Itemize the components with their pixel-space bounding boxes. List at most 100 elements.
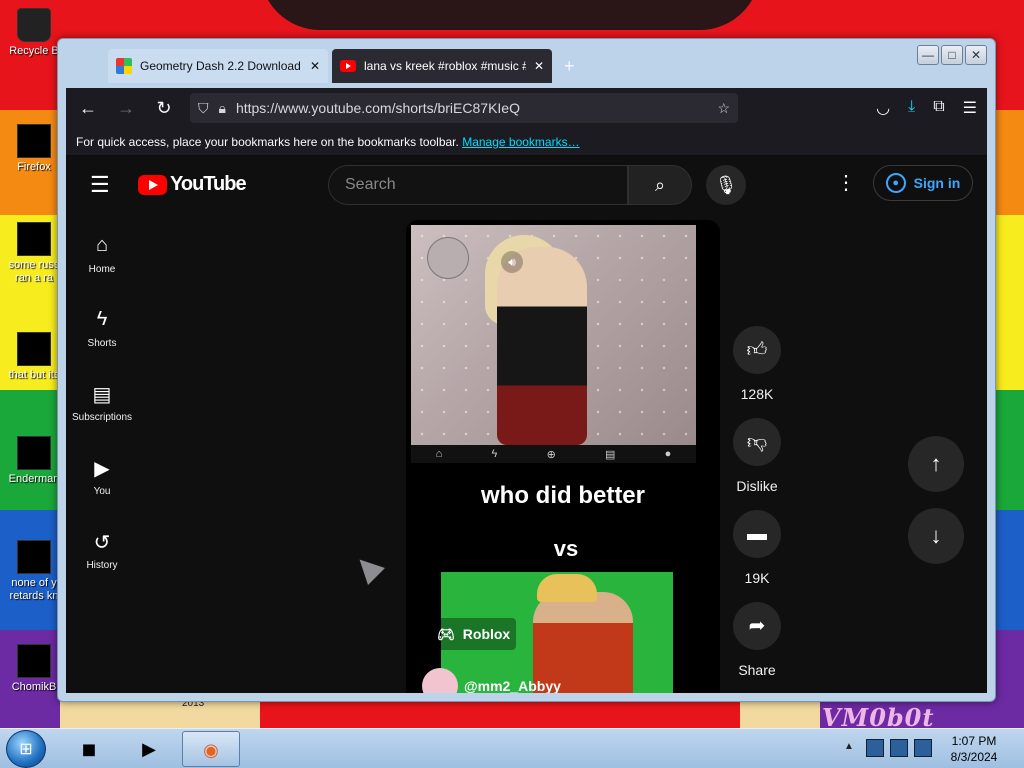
channel-name[interactable]: @mm2_Abbyy bbox=[464, 678, 561, 693]
dislike-action[interactable]: 👎︎ Dislike bbox=[732, 418, 782, 494]
sign-in-button[interactable]: ● Sign in bbox=[873, 165, 973, 201]
url-text[interactable]: https://www.youtube.com/shorts/briEC87KI… bbox=[236, 100, 707, 116]
video-frame-top: 🔊︎ bbox=[411, 225, 696, 445]
more-options-icon[interactable]: ⋮ bbox=[836, 170, 856, 195]
lock-icon[interactable]: 🔒︎ bbox=[219, 100, 226, 117]
downloads-icon[interactable]: ⤓ bbox=[908, 98, 915, 118]
taskbar-app-media[interactable]: ▶ bbox=[120, 731, 178, 767]
shield-icon[interactable]: ⛉ bbox=[198, 100, 209, 117]
embedded-app-navbar: ⌂ ϟ ⊕ ▤ ● bbox=[411, 445, 696, 463]
search-icon: ⌕ bbox=[654, 175, 666, 195]
youtube-favicon-icon bbox=[340, 60, 356, 72]
channel-row[interactable]: @mm2_Abbyy bbox=[422, 668, 561, 693]
comments-action[interactable]: ▬ 19K bbox=[732, 510, 782, 586]
next-short-button[interactable]: ↓ bbox=[908, 508, 964, 564]
tray-app-icon[interactable] bbox=[866, 739, 884, 757]
file-icon bbox=[17, 222, 51, 256]
taskbar-app-1[interactable]: ◼ bbox=[60, 731, 118, 767]
shorts-actions: 👍︎ 128K 👎︎ Dislike ▬ 19K ➦ Share bbox=[732, 326, 782, 693]
add-icon: ⊕ bbox=[546, 448, 556, 461]
manage-bookmarks-link[interactable]: Manage bookmarks… bbox=[462, 135, 579, 149]
browser-window: Geometry Dash 2.2 Download F ✕ lana vs k… bbox=[57, 38, 996, 702]
network-icon[interactable] bbox=[890, 739, 908, 757]
account-icon: ● bbox=[885, 173, 906, 193]
share-label: Share bbox=[738, 662, 776, 678]
game-tag[interactable]: 🎮︎ Roblox bbox=[431, 618, 517, 650]
sidebar-item-label: Subscriptions bbox=[71, 412, 133, 423]
tab-geometry-dash[interactable]: Geometry Dash 2.2 Download F ✕ bbox=[108, 49, 328, 83]
comments-button[interactable]: ▬ bbox=[733, 510, 781, 558]
share-button[interactable]: ➦ bbox=[733, 602, 781, 650]
window-controls: — □ ✕ bbox=[917, 45, 987, 65]
sidebar-item-home[interactable]: ⌂ Home bbox=[66, 220, 138, 294]
voice-search-button[interactable]: 🎙︎ bbox=[706, 165, 746, 205]
avatar: ● bbox=[664, 448, 672, 460]
url-bar[interactable]: ⛉ 🔒︎ https://www.youtube.com/shorts/briE… bbox=[190, 93, 738, 123]
tab-youtube-short[interactable]: lana vs kreek #roblox #music # ✕ bbox=[332, 49, 552, 83]
sidebar-item-label: History bbox=[86, 560, 118, 571]
maximize-button[interactable]: □ bbox=[941, 45, 963, 65]
youtube-play-logo-icon bbox=[138, 174, 167, 195]
bookmark-star-icon[interactable]: ☆ bbox=[717, 100, 730, 117]
media-player-icon: ▶ bbox=[142, 739, 156, 759]
wallpaper-art-bottom-red bbox=[260, 700, 740, 728]
guide-menu-icon[interactable]: ☰ bbox=[90, 172, 110, 198]
previous-short-button[interactable]: ↑ bbox=[908, 436, 964, 492]
share-action[interactable]: ➦ Share bbox=[732, 602, 782, 678]
file-icon bbox=[17, 540, 51, 574]
show-hidden-icons-icon[interactable]: ▲ bbox=[844, 741, 854, 752]
video-caption-vs: vs bbox=[553, 536, 579, 561]
nav-toolbar: ← → ↻ ⛉ 🔒︎ https://www.youtube.com/short… bbox=[66, 88, 987, 128]
comment-icon: ▬ bbox=[747, 523, 767, 545]
menu-icon[interactable]: ☰ bbox=[963, 98, 977, 118]
shorts-icon: ϟ bbox=[96, 308, 108, 330]
pocket-icon[interactable]: ◡ bbox=[876, 98, 890, 118]
search-input[interactable]: Search bbox=[328, 165, 628, 205]
wallpaper-art-top bbox=[260, 0, 760, 30]
back-button[interactable]: ← bbox=[76, 98, 100, 119]
minimize-button[interactable]: — bbox=[917, 45, 939, 65]
start-button[interactable]: ⊞ bbox=[6, 730, 46, 768]
new-tab-button[interactable]: + bbox=[564, 49, 575, 83]
sidebar-item-subscriptions[interactable]: ▤ Subscriptions bbox=[66, 368, 138, 442]
tab-close-icon[interactable]: ✕ bbox=[310, 59, 320, 73]
dislike-button[interactable]: 👎︎ bbox=[733, 418, 781, 466]
forward-button[interactable]: → bbox=[114, 98, 138, 119]
extensions-icon[interactable]: ⧉ bbox=[933, 98, 944, 118]
clock-time: 1:07 PM bbox=[951, 734, 997, 748]
taskbar: ⊞ ◼ ▶ ◉ ▲ 1:07 PM 8/3/2024 bbox=[0, 728, 1024, 768]
video-subject bbox=[497, 247, 587, 445]
thumbs-up-icon: 👍︎ bbox=[746, 339, 768, 361]
sidebar-item-label: You bbox=[93, 486, 111, 497]
thumbs-down-icon: 👎︎ bbox=[746, 431, 768, 453]
tab-close-icon[interactable]: ✕ bbox=[534, 59, 544, 73]
taskbar-app-firefox[interactable]: ◉ bbox=[182, 731, 240, 767]
channel-watermark-icon bbox=[427, 237, 469, 279]
youtube-logo[interactable]: YouTube bbox=[138, 173, 247, 196]
shorts-player[interactable]: 🔊︎ ⌂ ϟ ⊕ ▤ ● who did better vs 🎮︎ Roblox bbox=[406, 220, 720, 693]
youtube-sidebar: ⌂ Home ϟ Shorts ▤ Subscriptions ▶ You ↺ … bbox=[66, 220, 138, 590]
recycle-bin-icon bbox=[17, 8, 51, 42]
windows-logo-icon: ⊞ bbox=[19, 741, 33, 758]
youtube-header: ☰ YouTube Search ⌕ 🎙︎ ⋮ ● Sign in bbox=[66, 156, 987, 212]
tab-title: Geometry Dash 2.2 Download F bbox=[140, 59, 302, 73]
volume-icon[interactable]: 🔊︎ bbox=[501, 251, 523, 273]
share-arrow-icon: ➦ bbox=[748, 615, 766, 637]
file-icon bbox=[17, 644, 51, 678]
sidebar-item-history[interactable]: ↺ History bbox=[66, 516, 138, 590]
reload-button[interactable]: ↻ bbox=[152, 98, 176, 119]
sidebar-item-label: Shorts bbox=[87, 338, 117, 349]
volume-tray-icon[interactable] bbox=[914, 739, 932, 757]
like-action[interactable]: 👍︎ 128K bbox=[732, 326, 782, 402]
close-window-button[interactable]: ✕ bbox=[965, 45, 987, 65]
like-button[interactable]: 👍︎ bbox=[733, 326, 781, 374]
video-subject-2-hat bbox=[537, 574, 597, 602]
sidebar-item-shorts[interactable]: ϟ Shorts bbox=[66, 294, 138, 368]
geometry-dash-favicon-icon bbox=[116, 58, 132, 74]
search-button[interactable]: ⌕ bbox=[628, 165, 692, 205]
shorts-icon: ϟ bbox=[491, 448, 498, 460]
app-box-icon: ◼ bbox=[81, 739, 97, 759]
system-clock[interactable]: 1:07 PM 8/3/2024 bbox=[932, 733, 1016, 765]
avatar[interactable] bbox=[422, 668, 458, 693]
sidebar-item-you[interactable]: ▶ You bbox=[66, 442, 138, 516]
